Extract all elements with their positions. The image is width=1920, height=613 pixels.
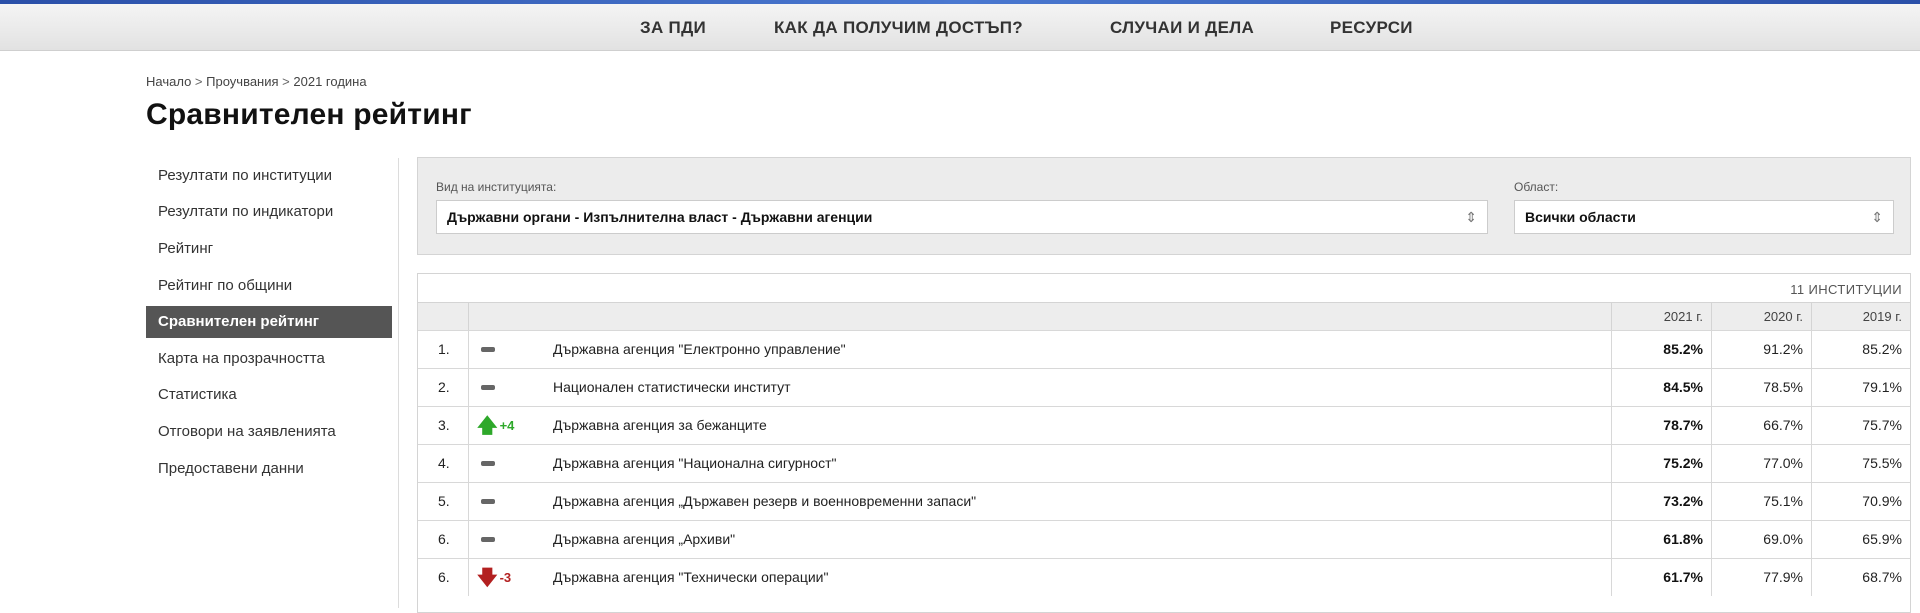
institution-type-label: Вид на институцията:: [436, 180, 557, 194]
institution-type-select[interactable]: Държавни органи - Изпълнителна власт - Д…: [436, 200, 1488, 234]
no-change-dash-icon: [481, 347, 495, 352]
institution-name[interactable]: Държавна агенция за бежанците: [553, 407, 767, 444]
sidebar-item-results-by-institution[interactable]: Резултати по институции: [146, 160, 392, 192]
sort-chevrons-icon: ⇕: [1871, 209, 1883, 225]
rank-number: 6.: [438, 569, 450, 585]
column-divider: [468, 331, 469, 368]
score-2020: 77.0%: [1763, 455, 1803, 471]
column-divider: [468, 407, 469, 444]
breadcrumb-year[interactable]: 2021 година: [293, 74, 366, 89]
score-2019: 65.9%: [1862, 531, 1902, 547]
column-divider: [468, 369, 469, 406]
column-header-2020[interactable]: 2020 г.: [1711, 303, 1811, 330]
column-header-2019[interactable]: 2019 г.: [1811, 303, 1910, 330]
institution-name[interactable]: Държавна агенция "Технически операции": [553, 559, 828, 596]
top-navigation-bar: ЗА ПДИ КАК ДА ПОЛУЧИМ ДОСТЪП? СЛУЧАИ И Д…: [0, 4, 1920, 51]
table-row[interactable]: 6. 🡇 -3 Държавна агенция "Технически операц…: [418, 558, 1910, 597]
sort-chevrons-icon: ⇕: [1465, 209, 1477, 225]
sidebar-item-rating-by-municipality[interactable]: Рейтинг по общини: [146, 270, 392, 302]
table-row[interactable]: 1. Държавна агенция "Електронно управлени…: [418, 330, 1910, 369]
nav-item-cases[interactable]: СЛУЧАИ И ДЕЛА: [1110, 18, 1254, 38]
table-row[interactable]: 4. Държавна агенция "Национална сигурност…: [418, 444, 1910, 483]
column-divider: [468, 521, 469, 558]
sidebar-item-comparative-rating[interactable]: Сравнителен рейтинг: [146, 306, 392, 338]
score-2020: 78.5%: [1763, 379, 1803, 395]
score-2019: 68.7%: [1862, 569, 1902, 585]
score-2021: 73.2%: [1663, 493, 1703, 509]
region-value: Всички области: [1525, 209, 1636, 225]
score-2019: 85.2%: [1862, 341, 1902, 357]
filter-panel: Вид на институцията: Държавни органи - И…: [417, 157, 1911, 255]
ranking-table: 11 ИНСТИТУЦИИ 2021 г. 2020 г. 2019 г. 1.…: [417, 273, 1911, 613]
rank-number: 1.: [438, 341, 450, 357]
region-select[interactable]: Всички области ⇕: [1514, 200, 1894, 234]
sidebar-item-statistics[interactable]: Статистика: [146, 379, 392, 411]
column-divider: [468, 483, 469, 520]
column-divider: [468, 445, 469, 482]
no-change-dash-icon: [481, 499, 495, 504]
score-2020: 91.2%: [1763, 341, 1803, 357]
score-2021: 61.7%: [1663, 569, 1703, 585]
column-header-2021[interactable]: 2021 г.: [1611, 303, 1711, 330]
no-change-dash-icon: [481, 537, 495, 542]
sidebar-item-provided-data[interactable]: Предоставени данни: [146, 453, 392, 485]
breadcrumb-surveys[interactable]: Проучвания: [206, 74, 278, 89]
score-2021: 61.8%: [1663, 531, 1703, 547]
sidebar-item-request-answers[interactable]: Отговори на заявленията: [146, 416, 392, 448]
score-2021: 75.2%: [1663, 455, 1703, 471]
institution-type-value: Държавни органи - Изпълнителна власт - Д…: [447, 209, 873, 225]
score-2021: 85.2%: [1663, 341, 1703, 357]
score-2021: 84.5%: [1663, 379, 1703, 395]
rank-change: -3: [499, 570, 512, 585]
rank-change: +4: [499, 418, 515, 433]
page-title: Сравнителен рейтинг: [146, 98, 472, 131]
institution-name[interactable]: Държавна агенция "Електронно управление": [553, 331, 846, 368]
no-change-dash-icon: [481, 461, 495, 466]
score-2019: 75.7%: [1862, 417, 1902, 433]
sidebar-item-transparency-map[interactable]: Карта на прозрачността: [146, 343, 392, 375]
table-header-row: 2021 г. 2020 г. 2019 г.: [418, 302, 1910, 330]
breadcrumb-home[interactable]: Начало: [146, 74, 191, 89]
table-row[interactable]: 6. Държавна агенция „Архиви" 61.8% 69.0% 65.…: [418, 520, 1910, 559]
arrow-up-icon: 🡅: [477, 415, 498, 437]
rank-number: 5.: [438, 493, 450, 509]
institution-name[interactable]: Държавна агенция „Архиви": [553, 521, 735, 558]
rank-number: 6.: [438, 531, 450, 547]
trend-up: 🡅 +4: [477, 407, 514, 444]
column-divider: [468, 559, 469, 596]
score-2019: 79.1%: [1862, 379, 1902, 395]
rank-number: 3.: [438, 417, 450, 433]
score-2020: 69.0%: [1763, 531, 1803, 547]
table-row[interactable]: 5. Държавна агенция „Държавен резерв и во…: [418, 482, 1910, 521]
column-divider: [468, 303, 469, 330]
sidebar-item-rating[interactable]: Рейтинг: [146, 233, 392, 265]
breadcrumb: Начало > Проучвания > 2021 година: [146, 74, 367, 89]
nav-item-resources[interactable]: РЕСУРСИ: [1330, 18, 1413, 38]
score-2021: 78.7%: [1663, 417, 1703, 433]
score-2019: 75.5%: [1862, 455, 1902, 471]
table-row[interactable]: 3. 🡅 +4 Държавна агенция за бежанците 78.7% 6…: [418, 406, 1910, 445]
breadcrumb-separator: >: [282, 74, 294, 89]
institution-name[interactable]: Държавна агенция „Държавен резерв и воен…: [553, 483, 976, 520]
score-2019: 70.9%: [1862, 493, 1902, 509]
institution-name[interactable]: Национален статистически институт: [553, 369, 791, 406]
institutions-count: 11 ИНСТИТУЦИИ: [1790, 282, 1902, 297]
score-2020: 66.7%: [1763, 417, 1803, 433]
rank-number: 2.: [438, 379, 450, 395]
sidebar-divider: [398, 158, 399, 608]
nav-item-access[interactable]: КАК ДА ПОЛУЧИМ ДОСТЪП?: [774, 18, 1023, 38]
breadcrumb-separator: >: [194, 74, 207, 89]
score-2020: 75.1%: [1763, 493, 1803, 509]
table-row[interactable]: 2. Национален статистически институт 84.5%…: [418, 368, 1910, 407]
trend-down: 🡇 -3: [477, 559, 511, 596]
region-label: Област:: [1514, 180, 1559, 194]
score-2020: 77.9%: [1763, 569, 1803, 585]
nav-item-about[interactable]: ЗА ПДИ: [640, 18, 706, 38]
sidebar-item-results-by-indicator[interactable]: Резултати по индикатори: [146, 196, 392, 228]
no-change-dash-icon: [481, 385, 495, 390]
institution-name[interactable]: Държавна агенция "Национална сигурност": [553, 445, 836, 482]
rank-number: 4.: [438, 455, 450, 471]
arrow-down-icon: 🡇: [477, 567, 498, 589]
